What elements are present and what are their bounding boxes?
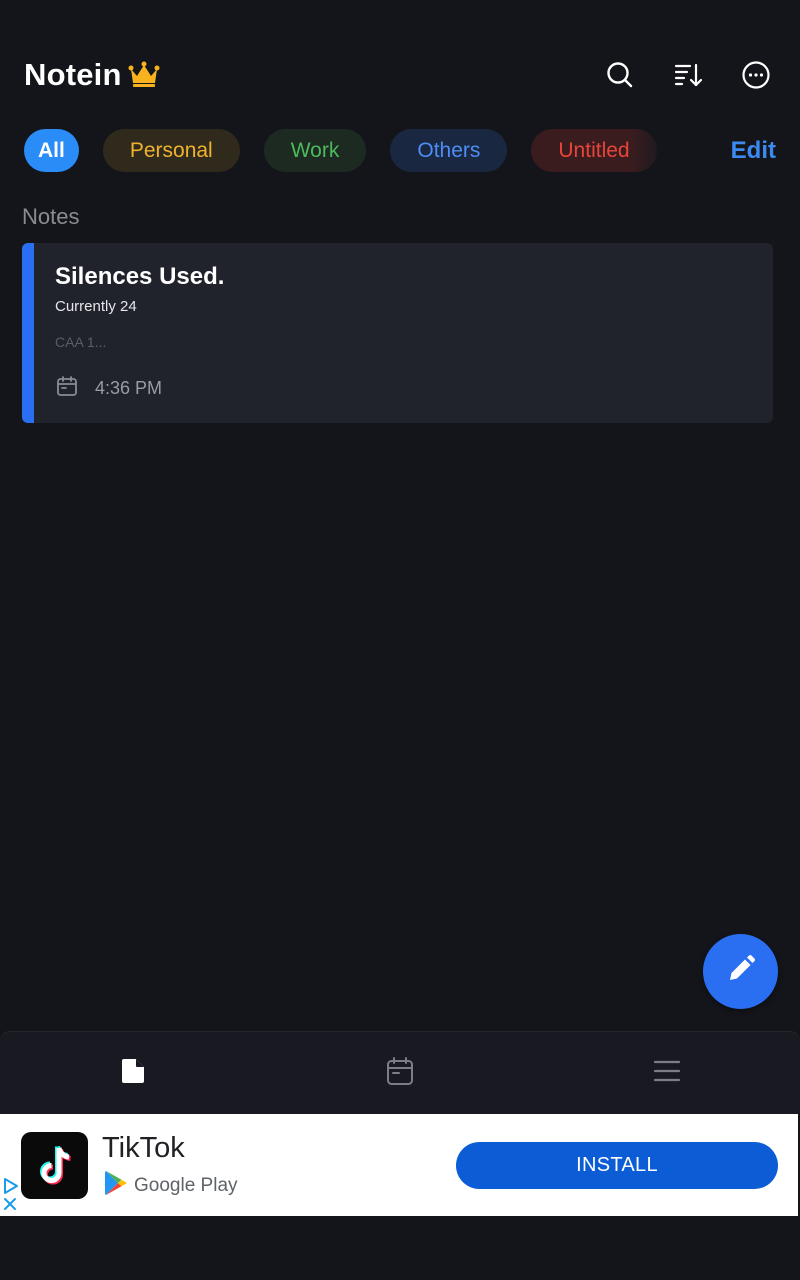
nav-calendar[interactable] <box>267 1032 534 1115</box>
install-button[interactable]: INSTALL <box>456 1142 778 1189</box>
category-chip-work[interactable]: Work <box>263 129 367 172</box>
category-chip-personal[interactable]: Personal <box>102 129 240 172</box>
sort-icon[interactable] <box>668 55 708 95</box>
app-title: Notein <box>24 57 122 92</box>
search-icon[interactable] <box>600 55 640 95</box>
app-header: Notein <box>24 52 776 98</box>
bottom-navigation <box>0 1031 800 1115</box>
note-subtitle: Currently 24 <box>55 298 137 315</box>
document-icon <box>120 1057 146 1090</box>
note-title: Silences Used. <box>55 263 225 290</box>
header-actions <box>600 55 776 95</box>
crown-icon[interactable] <box>128 61 160 89</box>
calendar-icon <box>55 374 79 403</box>
category-filter-bar: All Personal Work Others Untitled Edit <box>24 129 776 172</box>
category-chip-untitled[interactable]: Untitled <box>531 129 657 172</box>
more-icon[interactable] <box>736 55 776 95</box>
note-time: 4:36 PM <box>95 378 163 398</box>
nav-menu[interactable] <box>533 1032 800 1115</box>
google-play-icon <box>104 1170 128 1201</box>
ad-app-name[interactable]: TikTok <box>102 1132 185 1165</box>
category-chip-others[interactable]: Others <box>390 129 508 172</box>
menu-icon <box>653 1059 681 1088</box>
edit-categories-button[interactable]: Edit <box>731 137 776 165</box>
notes-section-title: Notes <box>22 204 80 229</box>
nav-notes[interactable] <box>0 1032 267 1115</box>
pencil-icon <box>724 952 758 991</box>
tiktok-logo-icon[interactable] <box>21 1132 88 1199</box>
ad-store-name: Google Play <box>134 1174 238 1196</box>
note-card[interactable]: Silences Used. Currently 24 CAA 1... 4:3… <box>22 243 773 423</box>
note-date: 4:36 PM <box>55 374 162 403</box>
close-icon[interactable] <box>3 1197 17 1216</box>
calendar-icon <box>386 1056 414 1091</box>
note-color-accent <box>22 243 34 423</box>
ad-store: Google Play <box>104 1170 238 1201</box>
ad-banner[interactable]: TikTok Google Play INSTALL <box>0 1114 798 1216</box>
category-chip-all[interactable]: All <box>24 129 79 172</box>
brand: Notein <box>24 57 160 93</box>
note-preview: CAA 1... <box>55 334 107 350</box>
new-note-button[interactable] <box>703 934 778 1009</box>
